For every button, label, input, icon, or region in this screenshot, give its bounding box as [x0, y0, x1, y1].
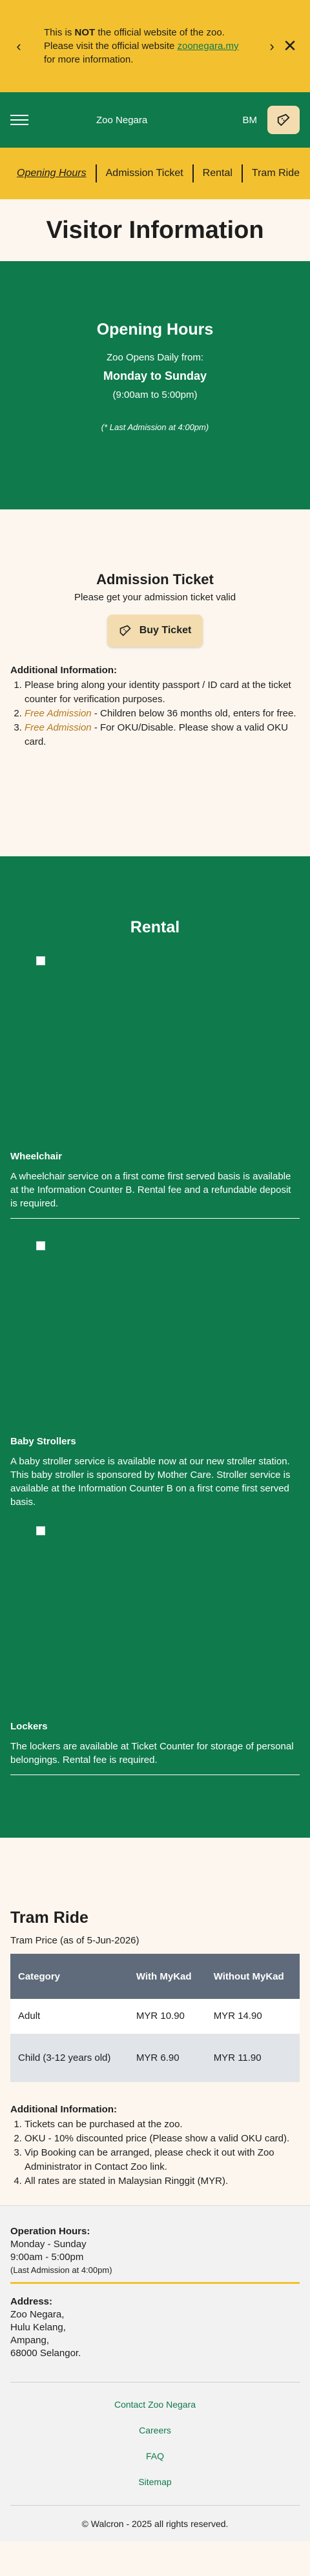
- footer-hours-days: Monday - Sunday: [10, 2239, 87, 2250]
- chevron-right-icon[interactable]: ›: [264, 38, 280, 55]
- ticket-icon: [119, 625, 131, 636]
- ticket-button[interactable]: [267, 106, 300, 134]
- table-header-row: Category With MyKad Without MyKad: [10, 1954, 300, 1999]
- footer-link-sitemap[interactable]: Sitemap: [10, 2469, 300, 2495]
- tram-title: Tram Ride: [10, 1909, 88, 1927]
- section-tabs: Opening Hours Admission Ticket Rental Tr…: [0, 148, 310, 199]
- rental-card-stroller: Baby Strollers A baby stroller service i…: [0, 1241, 310, 1526]
- footer-hours-title: Operation Hours:: [10, 2226, 90, 2237]
- footer-hours: Operation Hours: Monday - Sunday 9:00am …: [10, 2225, 300, 2277]
- rental-card-wheelchair: Wheelchair A wheelchair service on a fir…: [0, 956, 310, 1241]
- footer-link-faq[interactable]: FAQ: [10, 2443, 300, 2469]
- admission-title: Admission Ticket: [96, 571, 214, 587]
- table-cell: MYR 11.90: [205, 2034, 300, 2082]
- copyright: © Walcron - 2025 all rights reserved.: [10, 2505, 300, 2529]
- tab-opening-hours[interactable]: Opening Hours: [17, 164, 96, 182]
- table-header: Category: [10, 1954, 129, 1999]
- rental-item-desc: The lockers are available at Ticket Coun…: [10, 1741, 294, 1765]
- hours-title: Opening Hours: [96, 320, 214, 339]
- tram-price-table: Category With MyKad Without MyKad Adult …: [10, 1954, 300, 2082]
- address-line: Hulu Kelang,: [10, 2322, 66, 2333]
- language-toggle[interactable]: BM: [243, 115, 258, 126]
- rental-item-name: Wheelchair: [10, 1151, 63, 1162]
- table-cell: Adult: [10, 1999, 129, 2034]
- table-header: With MyKad: [128, 1954, 206, 1999]
- list-item: Free Admission - Children below 36 month…: [25, 707, 300, 721]
- ticket-icon: [277, 113, 290, 126]
- footer-hours-time: 9:00am - 5:00pm: [10, 2252, 84, 2263]
- footer-address: Address: Zoo Negara, Hulu Kelang, Ampang…: [10, 2296, 300, 2360]
- footer-link-careers[interactable]: Careers: [10, 2417, 300, 2443]
- footer-address-title: Address:: [10, 2296, 53, 2307]
- address-line: 68000 Selangor.: [10, 2348, 81, 2359]
- hours-time: (9:00am to 5:00pm): [112, 389, 198, 400]
- hours-last-admission: (* Last Admission at 4:00pm): [101, 422, 209, 432]
- admission-section: Admission Ticket Please get your admissi…: [0, 509, 310, 856]
- tram-additional-info: Additional Information: Tickets can be p…: [10, 2104, 300, 2188]
- page-title: Visitor Information: [0, 199, 310, 261]
- tram-info-title: Additional Information:: [10, 2103, 117, 2115]
- rental-item-name: Baby Strollers: [10, 1436, 76, 1447]
- admission-subtitle: Please get your admission ticket valid: [74, 592, 236, 603]
- top-navbar: Zoo Negara BM: [0, 92, 310, 148]
- tab-tram-ride[interactable]: Tram Ride: [241, 164, 309, 182]
- table-header: Without MyKad: [205, 1954, 300, 1999]
- footer-hours-last: (Last Admission at 4:00pm): [10, 2265, 112, 2275]
- footer-links: Contact Zoo Negara Careers FAQ Sitemap: [10, 2382, 300, 2495]
- footer-link-contact[interactable]: Contact Zoo Negara: [10, 2392, 300, 2417]
- hours-days: Monday to Sunday: [103, 369, 207, 382]
- site-footer: Operation Hours: Monday - Sunday 9:00am …: [0, 2205, 310, 2541]
- notice-text: This is NOT the official website of the …: [27, 26, 264, 66]
- notice-banner: ‹ This is NOT the official website of th…: [0, 0, 310, 92]
- notice-bold: NOT: [74, 27, 96, 38]
- tab-rental[interactable]: Rental: [192, 164, 242, 182]
- rental-item-desc: A baby stroller service is available now…: [10, 1456, 291, 1508]
- tram-ride-section: Tram Ride Tram Price (as of 5-Jun-2026) …: [0, 1838, 310, 2205]
- list-item: Free Admission - For OKU/Disable. Please…: [25, 721, 300, 749]
- list-item: Please bring along your identity passpor…: [25, 678, 300, 707]
- opening-hours-section: Opening Hours Zoo Opens Daily from: Mond…: [0, 261, 310, 509]
- table-cell: Child (3-12 years old): [10, 2034, 129, 2082]
- rental-title: Rental: [130, 918, 180, 936]
- stroller-image: [36, 1241, 45, 1250]
- brand-name[interactable]: Zoo Negara: [96, 115, 147, 126]
- divider: [10, 1218, 300, 1219]
- chevron-left-icon[interactable]: ‹: [10, 38, 27, 55]
- table-row: Child (3-12 years old) MYR 6.90 MYR 11.9…: [10, 2034, 300, 2082]
- rental-item-desc: A wheelchair service on a first come fir…: [10, 1171, 291, 1209]
- table-cell: MYR 10.90: [128, 1999, 206, 2034]
- table-row: Adult MYR 10.90 MYR 14.90: [10, 1999, 300, 2034]
- list-item: Vip Booking can be arranged, please chec…: [25, 2146, 300, 2174]
- divider: [10, 2282, 300, 2284]
- table-cell: MYR 6.90: [128, 2034, 206, 2082]
- tab-admission-ticket[interactable]: Admission Ticket: [95, 164, 192, 182]
- hours-line1: Zoo Opens Daily from:: [106, 352, 204, 363]
- lockers-image: [36, 1526, 45, 1535]
- menu-icon[interactable]: [10, 115, 28, 125]
- admission-additional-info: Additional Information: Please bring alo…: [10, 665, 300, 749]
- address-line: Ampang,: [10, 2335, 50, 2346]
- wheelchair-image: [36, 956, 45, 965]
- rental-item-name: Lockers: [10, 1721, 48, 1732]
- close-icon[interactable]: ✕: [280, 36, 300, 56]
- table-cell: MYR 14.90: [205, 1999, 300, 2034]
- list-item: OKU - 10% discounted price (Please show …: [25, 2132, 300, 2146]
- rental-card-lockers: Lockers The lockers are available at Tic…: [0, 1526, 310, 1811]
- admission-info-title: Additional Information:: [10, 665, 117, 676]
- tram-price-note: Tram Price (as of 5-Jun-2026): [10, 1935, 140, 1946]
- notice-post: for more information.: [44, 54, 134, 65]
- list-item: All rates are stated in Malaysian Ringgi…: [25, 2174, 300, 2188]
- official-site-link[interactable]: zoonegara.my: [178, 41, 239, 52]
- buy-ticket-button[interactable]: Buy Ticket: [107, 615, 203, 647]
- buy-ticket-label: Buy Ticket: [139, 625, 192, 636]
- address-line: Zoo Negara,: [10, 2309, 65, 2320]
- list-item: Tickets can be purchased at the zoo.: [25, 2118, 300, 2132]
- notice-pre: This is: [44, 27, 72, 38]
- rental-section: Rental Wheelchair A wheelchair service o…: [0, 856, 310, 1838]
